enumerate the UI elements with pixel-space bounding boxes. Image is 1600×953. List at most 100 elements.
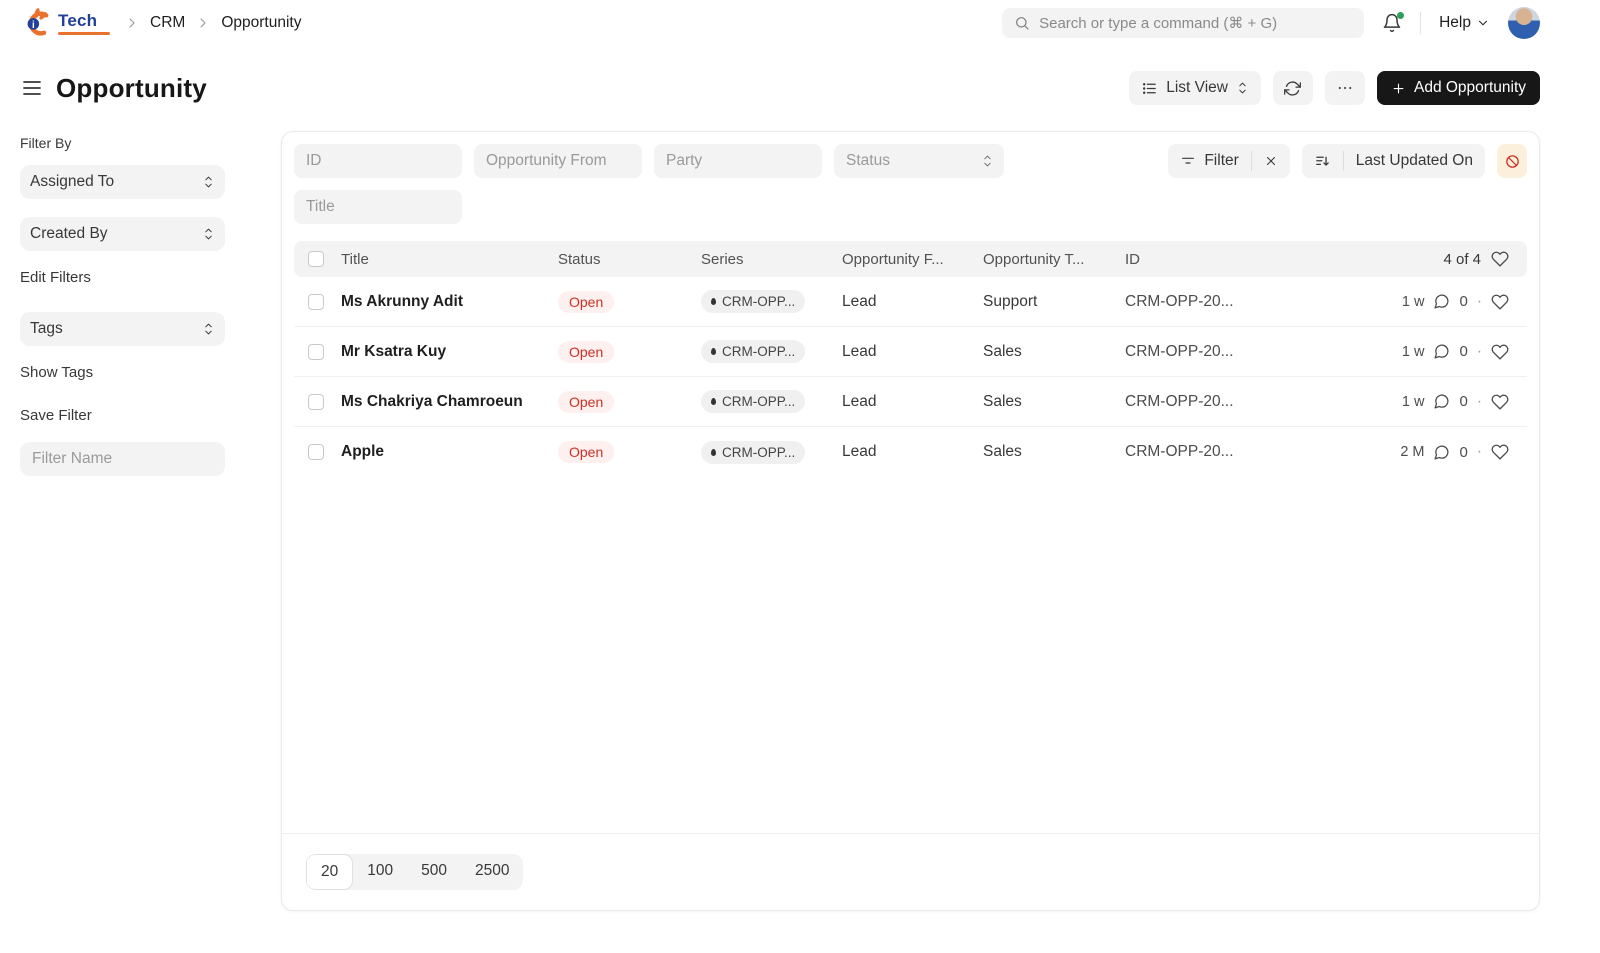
page-size-2500[interactable]: 2500 (461, 854, 523, 890)
sort-field-button[interactable]: Last Updated On (1344, 144, 1485, 178)
row-modified: 1 w (1401, 343, 1425, 360)
plus-icon (1391, 81, 1406, 96)
chevron-up-down-icon (202, 321, 215, 337)
table-row[interactable]: Ms Akrunny Adit Open CRM-OPP... Lead Sup… (294, 277, 1527, 327)
breadcrumb-opportunity[interactable]: Opportunity (221, 14, 301, 32)
series-pill: CRM-OPP... (701, 290, 806, 313)
global-search[interactable] (1002, 8, 1365, 38)
chevron-up-down-icon (202, 226, 215, 242)
help-menu[interactable]: Help (1439, 14, 1490, 32)
row-title[interactable]: Mr Ksatra Kuy (341, 343, 558, 361)
filter-button[interactable]: Filter (1168, 144, 1250, 178)
party-filter-input[interactable] (654, 144, 822, 178)
column-id[interactable]: ID (1125, 251, 1443, 268)
notifications-button[interactable] (1382, 12, 1405, 33)
ellipsis-icon (1336, 79, 1354, 97)
table-header: Title Status Series Opportunity F... Opp… (294, 241, 1527, 277)
created-by-select[interactable]: Created By (20, 217, 225, 251)
table-row[interactable]: Mr Ksatra Kuy Open CRM-OPP... Lead Sales… (294, 327, 1527, 377)
id-filter-input[interactable] (294, 144, 462, 178)
help-label: Help (1439, 14, 1471, 31)
logo-text: Tech (58, 11, 98, 30)
row-title[interactable]: Ms Akrunny Adit (341, 293, 558, 311)
title-filter-input[interactable] (294, 190, 462, 224)
row-checkbox[interactable] (308, 343, 324, 360)
meta-separator: · (1476, 443, 1482, 460)
filter-icon (1180, 153, 1196, 169)
breadcrumb-crm[interactable]: CRM (150, 14, 185, 32)
row-title[interactable]: Ms Chakriya Chamroeun (341, 393, 558, 411)
row-title[interactable]: Apple (341, 443, 558, 461)
more-options-button[interactable] (1324, 71, 1365, 105)
app-logo[interactable]: i Tech (20, 7, 110, 39)
logo-mark-icon: i (20, 7, 52, 39)
filter-sidebar: Filter By Assigned To Created By Edit Fi… (20, 131, 225, 476)
select-all-checkbox[interactable] (308, 251, 324, 267)
sort-direction-button[interactable] (1302, 144, 1343, 178)
page-header: Opportunity List View Add Opportunity (0, 64, 1600, 112)
topbar-divider (1420, 12, 1422, 34)
close-icon (1264, 154, 1278, 168)
like-icon[interactable] (1491, 293, 1509, 311)
row-checkbox[interactable] (308, 293, 324, 310)
comment-count: 0 (1459, 443, 1468, 461)
page-size-100[interactable]: 100 (353, 854, 407, 890)
refresh-button[interactable] (1272, 71, 1313, 105)
series-value: CRM-OPP... (722, 294, 796, 309)
meta-separator: · (1476, 292, 1482, 310)
view-switcher-label: List View (1166, 79, 1228, 96)
sidebar-toggle-button[interactable] (20, 76, 44, 100)
row-checkbox[interactable] (308, 444, 324, 460)
filter-name-input[interactable] (20, 442, 225, 476)
series-value: CRM-OPP... (722, 344, 796, 359)
meta-separator: · (1476, 342, 1482, 360)
table-row[interactable]: Ms Chakriya Chamroeun Open CRM-OPP... Le… (294, 377, 1527, 427)
page-size-500[interactable]: 500 (407, 854, 461, 890)
add-opportunity-button[interactable]: Add Opportunity (1376, 71, 1540, 105)
like-icon[interactable] (1491, 343, 1509, 361)
column-opportunity-from[interactable]: Opportunity F... (842, 251, 983, 268)
show-tags-link[interactable]: Show Tags (20, 364, 225, 381)
edit-filters-link[interactable]: Edit Filters (20, 269, 225, 286)
opportunity-from-filter-input[interactable] (474, 144, 642, 178)
column-status[interactable]: Status (558, 251, 701, 268)
view-switcher-button[interactable]: List View (1129, 71, 1261, 105)
list-view-card: Status Filter (281, 131, 1540, 911)
like-icon[interactable] (1491, 393, 1509, 411)
chevron-up-down-icon (981, 153, 994, 169)
like-filter-icon[interactable] (1491, 250, 1509, 268)
series-dot-icon (711, 398, 716, 405)
series-pill: CRM-OPP... (701, 340, 806, 363)
card-footer: 20 100 500 2500 (282, 833, 1539, 910)
column-opportunity-type[interactable]: Opportunity T... (983, 251, 1125, 268)
page-size-20[interactable]: 20 (306, 854, 354, 890)
column-series[interactable]: Series (701, 251, 842, 268)
series-dot-icon (711, 298, 716, 305)
like-icon[interactable] (1491, 443, 1509, 461)
tags-label: Tags (30, 320, 63, 337)
comment-count: 0 (1459, 343, 1468, 360)
search-input[interactable] (1039, 14, 1353, 32)
chevron-up-down-icon (1236, 80, 1249, 96)
row-id: CRM-OPP-20... (1125, 443, 1234, 460)
logo-tagline (58, 32, 110, 35)
assigned-to-select[interactable]: Assigned To (20, 165, 225, 199)
column-title[interactable]: Title (341, 251, 558, 268)
user-avatar[interactable] (1508, 7, 1540, 39)
series-pill: CRM-OPP... (701, 440, 806, 464)
clear-filter-button[interactable] (1252, 144, 1290, 178)
chevron-right-icon (195, 15, 211, 31)
disable-auto-refresh-button[interactable] (1497, 144, 1527, 178)
row-opportunity-type: Sales (983, 392, 1022, 410)
series-value: CRM-OPP... (722, 394, 796, 409)
table-row[interactable]: Apple Open CRM-OPP... Lead Sales CRM-OPP… (294, 427, 1527, 477)
comment-icon (1433, 444, 1450, 461)
search-icon (1014, 15, 1030, 31)
series-value: CRM-OPP... (722, 444, 796, 460)
tags-select[interactable]: Tags (20, 312, 225, 346)
row-count: 4 of 4 (1443, 250, 1481, 268)
row-checkbox[interactable] (308, 393, 324, 410)
series-dot-icon (711, 448, 716, 456)
status-filter-select[interactable]: Status (834, 144, 1004, 178)
assigned-to-label: Assigned To (30, 173, 115, 190)
